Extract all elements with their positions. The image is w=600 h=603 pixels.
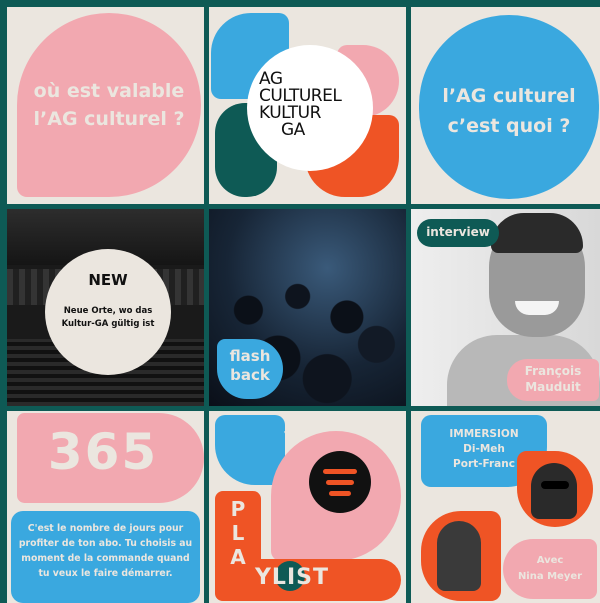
post-cest-quoi[interactable]: l’AG culturel c’est quoi ?	[411, 7, 600, 204]
playlist-vertical-letters: P L A	[219, 497, 257, 569]
sunglasses	[541, 481, 569, 489]
spotify-icon-wave-2	[326, 480, 354, 485]
headline-line-1: l’AG culturel	[442, 85, 576, 107]
flashback-line-1: flash	[229, 347, 271, 365]
portrait-woman	[437, 521, 481, 591]
interviewee-name: François Mauduit	[507, 363, 599, 395]
post-body-text: C'est le nombre de jours pour profiter d…	[18, 523, 193, 579]
post-playlist[interactable]: l'AG culturel débarque sur Spotify P L A…	[209, 411, 406, 603]
logo-line-3: KULTUR	[259, 103, 321, 123]
post-subtitle: Neue Orte, wo das Kultur-GA gültig ist	[61, 306, 155, 329]
post-365-days[interactable]: 365 C'est le nombre de jours pour profit…	[7, 411, 204, 603]
post-title: NEW	[88, 271, 128, 289]
letter-p: P	[230, 497, 246, 521]
letter-a: A	[230, 545, 246, 569]
portrait-hair	[491, 213, 583, 253]
spotify-icon-wave-1	[323, 469, 357, 474]
letter-l: L	[231, 521, 245, 545]
immersion-line-1: IMMERSION	[449, 428, 519, 440]
spotify-icon-wave-3	[329, 491, 351, 496]
playlist-horizontal-letters: YLIST	[255, 565, 329, 590]
post-immersion[interactable]: IMMERSION Di-Meh Port-Franc Avec Nina Me…	[411, 411, 600, 603]
portrait-man	[531, 463, 577, 519]
interview-tag-label: interview	[426, 225, 490, 239]
headline-line-1: où est valable	[33, 80, 185, 102]
flashback-label: flash back	[217, 347, 283, 385]
post-ag-culturel-logo[interactable]: AG CULTUREL KULTUR GA	[209, 7, 406, 204]
interviewee-last-name: Mauduit	[525, 380, 581, 394]
ag-culturel-logo: AG CULTUREL KULTUR GA	[259, 71, 369, 139]
headline-line-2: l’AG culturel ?	[33, 108, 185, 130]
guest-label: Avec Nina Meyer	[503, 553, 597, 585]
post-interview[interactable]: interview François Mauduit	[411, 209, 600, 406]
flashback-line-2: back	[230, 366, 270, 384]
instagram-post-grid: où est valable l’AG culturel ? AG CULTUR…	[0, 0, 600, 603]
avec-label: Avec	[536, 555, 564, 566]
post-headline: où est valable l’AG culturel ?	[17, 77, 201, 133]
logo-line-4: GA	[281, 120, 305, 140]
post-flashback[interactable]: flash back	[209, 209, 406, 406]
post-headline: l’AG culturel c’est quoi ?	[419, 81, 599, 141]
post-ou-est-valable[interactable]: où est valable l’AG culturel ?	[7, 7, 204, 204]
post-new-venues[interactable]: NEW Neue Orte, wo das Kultur-GA gültig i…	[7, 209, 204, 406]
headline-line-2: c’est quoi ?	[447, 115, 571, 137]
big-number: 365	[47, 423, 159, 481]
guest-name: Nina Meyer	[517, 571, 583, 582]
interviewee-first-name: François	[524, 364, 582, 378]
